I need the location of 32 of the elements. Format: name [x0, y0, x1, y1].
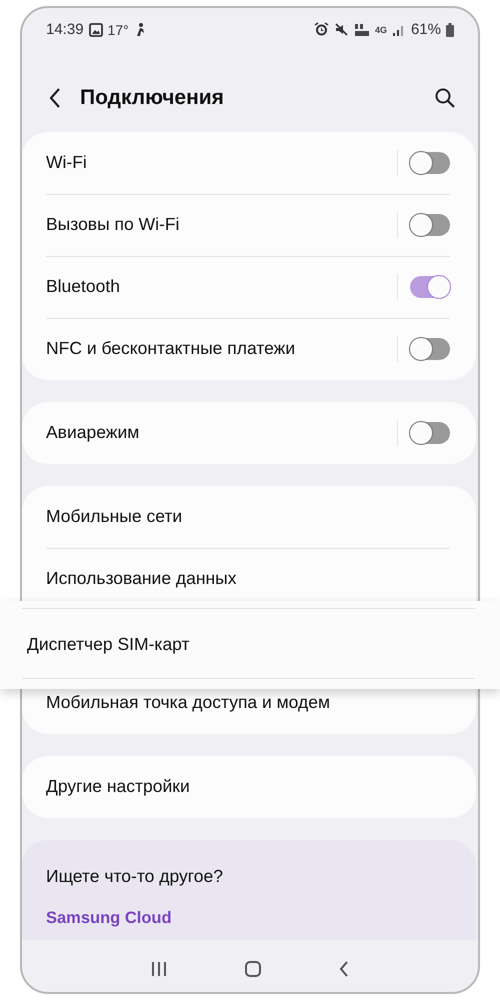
- setting-label[interactable]: Мобильные сети: [46, 506, 182, 528]
- search-icon[interactable]: [434, 87, 456, 110]
- setting-label[interactable]: Мобильная точка доступа и модем: [46, 692, 330, 714]
- image-icon: [88, 22, 103, 37]
- setting-label[interactable]: Другие настройки: [46, 776, 190, 798]
- recents-icon[interactable]: [150, 960, 168, 977]
- setting-label[interactable]: Авиарежим: [46, 422, 140, 444]
- suggestions-title: Ищете что-то другое?: [46, 866, 224, 887]
- setting-label[interactable]: Wi-Fi: [46, 152, 87, 174]
- setting-label[interactable]: Использование данных: [46, 568, 237, 590]
- samsung-cloud-link[interactable]: Samsung Cloud: [46, 908, 172, 928]
- toggle-switch[interactable]: [410, 276, 450, 298]
- temperature-text: 17°: [108, 22, 129, 38]
- toggle-switch[interactable]: [410, 422, 450, 444]
- setting-label[interactable]: Диспетчер SIM-карт: [27, 634, 190, 656]
- toggle-switch[interactable]: [410, 338, 450, 360]
- mute-icon: [334, 22, 349, 38]
- back-icon[interactable]: [48, 87, 62, 110]
- setting-label[interactable]: Вызовы по Wi-Fi: [46, 214, 180, 236]
- status-time: 14:39: [46, 21, 84, 38]
- battery-percent: 61%: [410, 21, 441, 38]
- toggle-switch[interactable]: [410, 152, 450, 174]
- toggle-switch[interactable]: [410, 214, 450, 236]
- back-nav-icon[interactable]: [338, 960, 350, 978]
- home-icon[interactable]: [244, 960, 262, 978]
- alarm-icon: [314, 22, 329, 38]
- battery-icon: [446, 22, 454, 37]
- setting-label[interactable]: Bluetooth: [46, 276, 120, 298]
- page-title: Подключения: [80, 86, 224, 110]
- setting-label[interactable]: NFC и бесконтактные платежи: [46, 338, 296, 360]
- network-type-text: 4G: [374, 24, 387, 35]
- dragged-item-popup[interactable]: Диспетчер SIM-карт: [0, 600, 500, 689]
